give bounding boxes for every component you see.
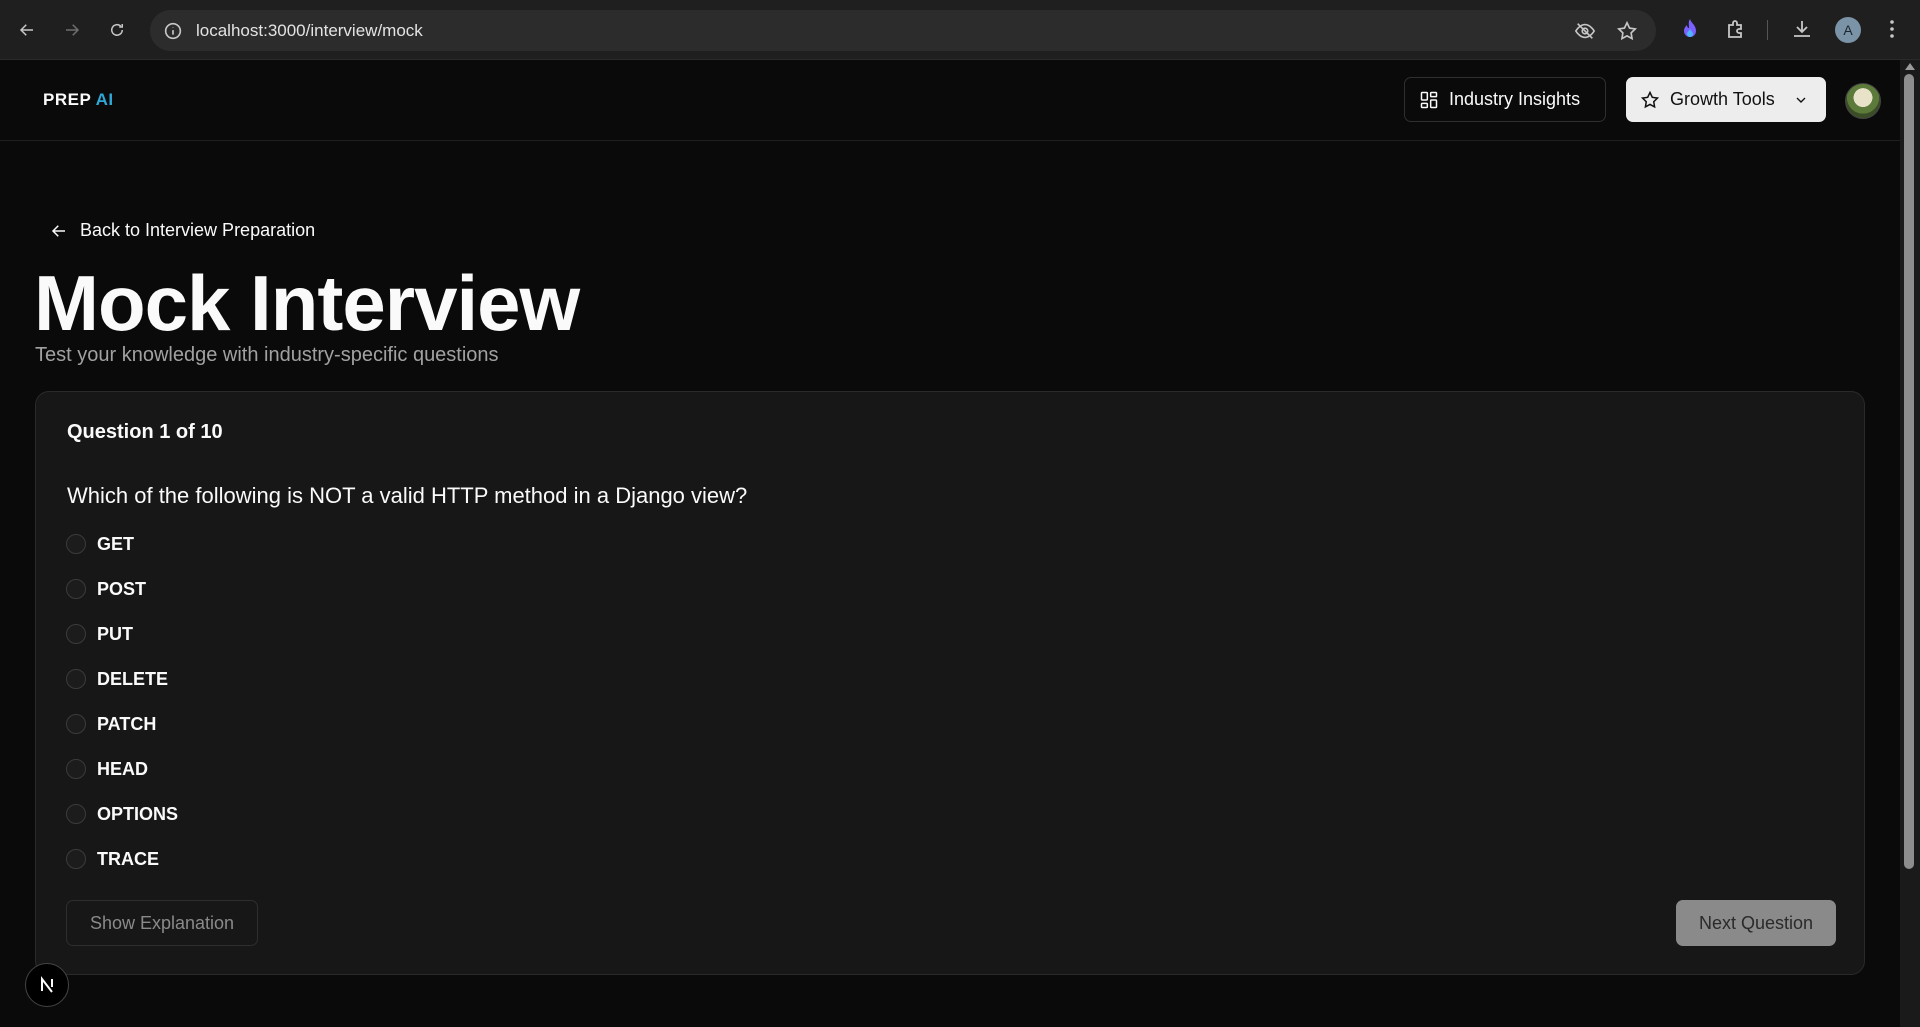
answer-label: PUT bbox=[97, 623, 133, 644]
answer-option[interactable]: GET bbox=[66, 532, 134, 556]
quiz-card: Question 1 of 10 Which of the following … bbox=[35, 391, 1865, 975]
radio-button[interactable] bbox=[66, 579, 86, 599]
answer-option[interactable]: PATCH bbox=[66, 712, 156, 736]
browser-toolbar: localhost:3000/interview/mock A bbox=[0, 0, 1920, 60]
answer-option[interactable]: OPTIONS bbox=[66, 802, 178, 826]
dashboard-grid-icon bbox=[1420, 91, 1438, 108]
answer-label: HEAD bbox=[97, 758, 149, 779]
answer-label: GET bbox=[97, 533, 135, 554]
address-bar[interactable]: localhost:3000/interview/mock bbox=[150, 10, 1656, 51]
growth-tools-label: Growth Tools bbox=[1670, 89, 1775, 109]
answer-option[interactable]: POST bbox=[66, 577, 146, 601]
growth-tools-dropdown[interactable]: Growth Tools bbox=[1626, 77, 1826, 122]
chevron-down-icon bbox=[1796, 97, 1806, 103]
app-logo[interactable]: PREP AI bbox=[43, 90, 114, 110]
answer-label: POST bbox=[97, 578, 147, 599]
toolbar-divider bbox=[1767, 20, 1768, 40]
radio-button[interactable] bbox=[66, 804, 86, 824]
eye-off-icon[interactable] bbox=[1574, 20, 1596, 42]
page-scrollbar[interactable] bbox=[1900, 60, 1920, 1027]
question-counter: Question 1 of 10 bbox=[67, 421, 223, 443]
radio-button[interactable] bbox=[66, 669, 86, 689]
show-explanation-button[interactable]: Show Explanation bbox=[66, 900, 258, 946]
industry-insights-label: Industry Insights bbox=[1449, 89, 1581, 109]
nextjs-dev-indicator[interactable] bbox=[25, 963, 69, 1007]
question-text: Which of the following is NOT a valid HT… bbox=[67, 483, 748, 508]
back-nav-button[interactable] bbox=[11, 14, 43, 46]
industry-insights-button[interactable]: Industry Insights bbox=[1404, 77, 1606, 122]
page-subtitle: Test your knowledge with industry-specif… bbox=[35, 344, 499, 366]
answer-label: OPTIONS bbox=[97, 803, 179, 824]
arrow-left-icon bbox=[51, 224, 65, 237]
reload-button[interactable] bbox=[101, 14, 133, 46]
nextjs-logo-icon bbox=[41, 976, 53, 993]
scroll-up-arrow-icon[interactable] bbox=[1905, 63, 1915, 70]
reload-icon bbox=[111, 23, 123, 36]
radio-button[interactable] bbox=[66, 759, 86, 779]
url-text[interactable]: localhost:3000/interview/mock bbox=[196, 21, 423, 41]
answer-label: TRACE bbox=[97, 848, 159, 869]
answer-option[interactable]: PUT bbox=[66, 622, 133, 646]
user-avatar[interactable] bbox=[1845, 83, 1881, 119]
next-question-button[interactable]: Next Question bbox=[1676, 900, 1836, 946]
radio-button[interactable] bbox=[66, 849, 86, 869]
answer-label: DELETE bbox=[97, 668, 169, 689]
site-info-icon[interactable] bbox=[162, 20, 184, 42]
extension-flame-icon[interactable] bbox=[1678, 17, 1702, 41]
bookmark-star-icon[interactable] bbox=[1616, 20, 1638, 42]
answer-label: PATCH bbox=[97, 713, 157, 734]
answer-option[interactable]: TRACE bbox=[66, 847, 159, 871]
arrow-left-icon bbox=[19, 24, 33, 36]
radio-button[interactable] bbox=[66, 714, 86, 734]
logo-main-text: PREP bbox=[43, 90, 91, 109]
answer-option[interactable]: DELETE bbox=[66, 667, 168, 691]
forward-nav-button[interactable] bbox=[56, 14, 88, 46]
back-link-label: Back to Interview Preparation bbox=[80, 220, 316, 240]
extensions-puzzle-icon[interactable] bbox=[1724, 17, 1748, 41]
logo-accent-text: AI bbox=[95, 90, 114, 109]
browser-profile-avatar[interactable]: A bbox=[1835, 17, 1861, 43]
arrow-right-icon bbox=[66, 24, 80, 36]
radio-button[interactable] bbox=[66, 624, 86, 644]
page-title: Mock Interview bbox=[34, 259, 580, 347]
star-icon bbox=[1640, 90, 1660, 108]
back-to-interview-link[interactable]: Back to Interview Preparation bbox=[50, 220, 315, 241]
download-icon[interactable] bbox=[1790, 17, 1814, 41]
radio-button[interactable] bbox=[66, 534, 86, 554]
app-header: PREP AI Industry Insights Growth Tools bbox=[0, 60, 1900, 141]
scrollbar-thumb[interactable] bbox=[1904, 74, 1914, 869]
answer-option[interactable]: HEAD bbox=[66, 757, 148, 781]
kebab-menu-icon[interactable] bbox=[1880, 17, 1904, 41]
